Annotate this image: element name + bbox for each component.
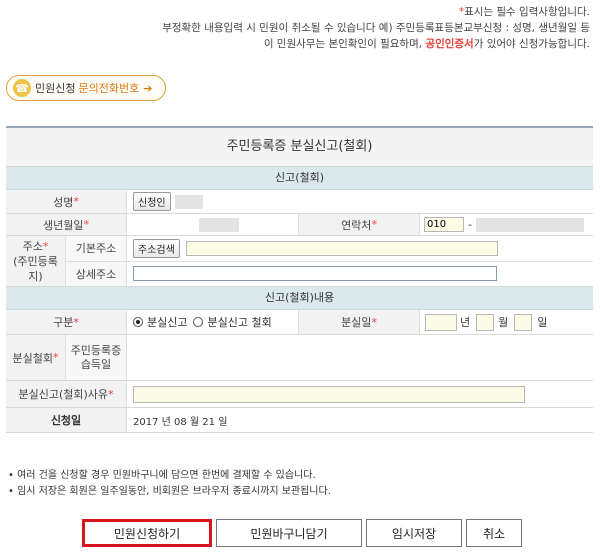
notice-line-2: 부정확한 내용입력 시 민원이 취소될 수 있습니다 예) 주민등록표등본교부신… [162, 22, 590, 34]
notice-line-3-post: 가 있어야 신청가능합니다. [473, 38, 590, 50]
certificate-text: 공인인증서 [425, 38, 474, 50]
notice-line-1: 표시는 필수 입력사항입니다. [464, 6, 590, 18]
info-bullets: • 여러 건을 신청할 경우 민원바구니에 담으면 한번에 결제할 수 있습니다… [8, 468, 331, 500]
basic-address-input[interactable] [185, 240, 498, 256]
lost-report-radio[interactable] [133, 317, 143, 327]
found-date-label: 주민등록증 습득일 [66, 335, 127, 380]
lost-report-label: 분실신고 [147, 316, 188, 329]
withdraw-radio[interactable] [193, 317, 204, 327]
inquiry-label: 민원신청 [35, 82, 76, 95]
inquiry-phone-button[interactable]: ☎ 민원신청 문의전화번호 ➔ [6, 75, 166, 101]
reason-label: 분실신고(철회)사유 * [6, 381, 127, 407]
basic-address-label: 기본주소 [66, 236, 127, 261]
applicant-button[interactable]: 신청인 [133, 192, 171, 211]
phone-icon: ☎ [13, 79, 31, 97]
phone-separator: - [468, 218, 472, 231]
phone-prefix-input[interactable] [424, 217, 464, 232]
apply-date-row: 신청일 2017 년 08 월 21 일 [6, 408, 593, 433]
add-basket-button[interactable]: 민원바구니담기 [216, 519, 362, 547]
name-row: 성명 * 신청인 [6, 190, 593, 214]
month-label: 월 [498, 316, 509, 329]
address-row: 주소* (주민등록지) 기본주소 주소검색 상세주소 [6, 236, 593, 287]
withdraw-label-cell: 분실철회 * [6, 335, 66, 380]
withdraw-row: 분실철회 * 주민등록증 습득일 [6, 335, 593, 381]
birth-value-redacted [199, 217, 239, 232]
notice-text: *표시는 필수 입력사항입니다. 부정확한 내용입력 시 민원이 취소될 수 있… [162, 4, 590, 52]
type-row: 구분 * 분실신고 분실신고 철회 분실일 * 년 월 일 [6, 310, 593, 335]
name-value-redacted [174, 194, 203, 209]
arrow-right-icon: ➔ [143, 81, 153, 95]
type-label: 구분 * [6, 310, 127, 334]
contact-label: 연락처 * [299, 214, 420, 235]
phone-number-redacted [475, 217, 584, 232]
section-report-header: 신고(철회) [6, 167, 593, 190]
birth-contact-row: 생년월일* 연락처* - [6, 214, 593, 236]
apply-date-value: 2017 년 08 월 21 일 [133, 416, 228, 428]
lost-month-input[interactable] [476, 313, 495, 331]
name-label: 성명 * [6, 190, 127, 213]
lost-date-label: 분실일 * [299, 310, 420, 334]
apply-button[interactable]: 민원신청하기 [82, 519, 212, 547]
address-label: 주소* (주민등록지) [6, 236, 66, 286]
bullet-basket-info: • 여러 건을 신청할 경우 민원바구니에 담으면 한번에 결제할 수 있습니다… [8, 470, 316, 481]
reason-input[interactable] [133, 385, 525, 403]
notice-line-3-pre: 이 민원사무는 본인확인이 필요하며, [263, 38, 426, 50]
day-label: 일 [537, 316, 548, 329]
action-buttons: 민원신청하기 민원바구니담기 임시저장 취소 [82, 519, 526, 547]
form-title: 주민등록증 분실신고(철회) [6, 128, 593, 167]
address-search-button[interactable]: 주소검색 [133, 238, 180, 258]
application-form: 주민등록증 분실신고(철회) 신고(철회) 성명 * 신청인 생년월일 * 연락처 *… [6, 126, 593, 433]
cancel-button[interactable]: 취소 [466, 519, 522, 547]
lost-day-input[interactable] [514, 313, 533, 331]
lost-year-input[interactable] [425, 313, 457, 331]
detail-address-input[interactable] [133, 266, 497, 282]
birth-label: 생년월일 * [6, 214, 127, 235]
detail-address-label: 상세주소 [66, 261, 127, 286]
section-content-header: 신고(철회)내용 [6, 287, 593, 310]
year-label: 년 [460, 316, 471, 329]
apply-date-label: 신청일 [6, 408, 127, 432]
inquiry-phone-label: 문의전화번호 [78, 82, 140, 95]
temp-save-button[interactable]: 임시저장 [366, 519, 462, 547]
reason-row: 분실신고(철회)사유 * [6, 381, 593, 408]
withdraw-label: 분실신고 철회 [207, 316, 272, 329]
bullet-temp-save-info: • 임시 저장은 회원은 일주일동안, 비회원은 브라우저 종료시까지 보관됩니… [8, 486, 331, 497]
